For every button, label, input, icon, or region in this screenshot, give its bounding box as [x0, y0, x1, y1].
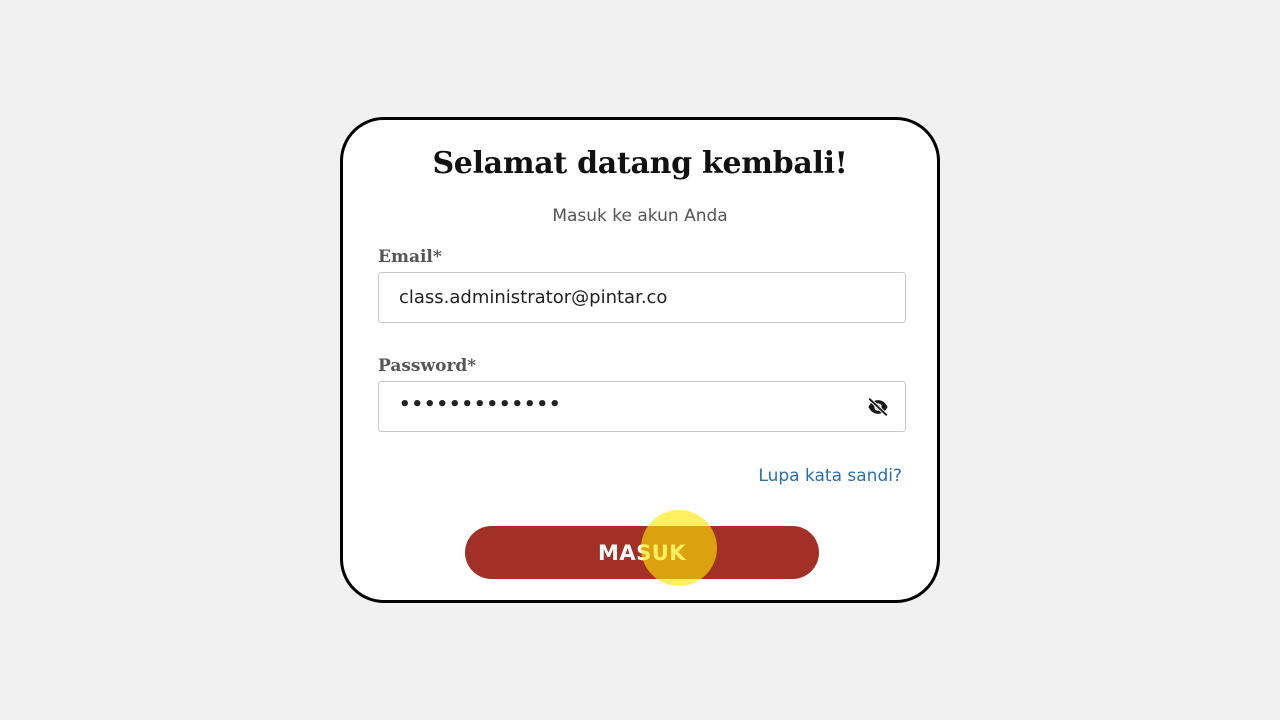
password-label: Password* — [378, 356, 477, 376]
password-field[interactable]: ••••••••••••• — [378, 381, 906, 432]
login-button[interactable]: MASUK — [465, 526, 819, 579]
email-label: Email* — [378, 247, 442, 267]
page-title: Selamat datang kembali! — [432, 146, 848, 181]
email-field[interactable]: class.administrator@pintar.co — [378, 272, 906, 323]
email-value: class.administrator@pintar.co — [399, 287, 668, 308]
eye-off-icon[interactable] — [867, 396, 889, 418]
password-value: ••••••••••••• — [399, 394, 562, 415]
page-subtitle: Masuk ke akun Anda — [552, 206, 728, 226]
login-card: Selamat datang kembali! Masuk ke akun An… — [340, 117, 940, 603]
forgot-password-link[interactable]: Lupa kata sandi? — [758, 466, 902, 486]
